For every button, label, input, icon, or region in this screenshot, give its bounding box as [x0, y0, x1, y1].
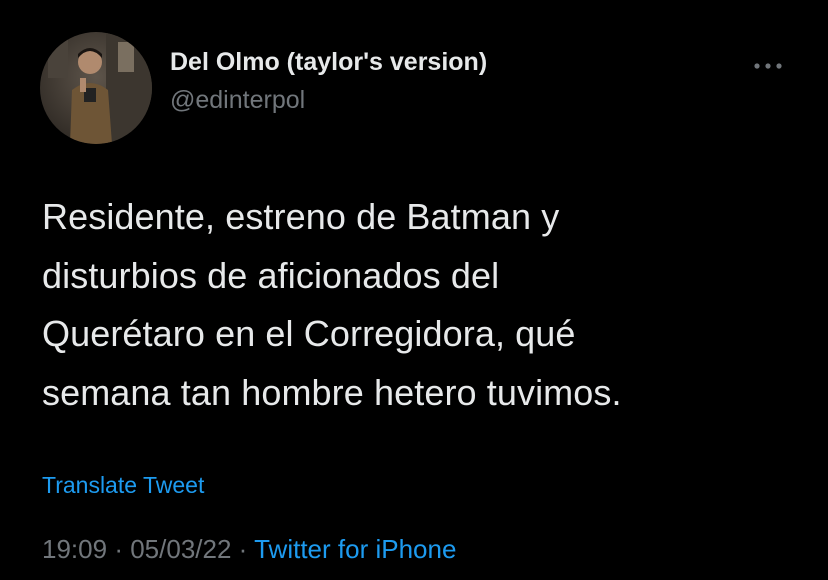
- profile-photo-icon: [40, 32, 152, 144]
- tweet-text-line: semana tan hombre hetero tuvimos.: [42, 371, 622, 413]
- author-handle[interactable]: @edinterpol: [170, 86, 305, 115]
- tweet-text: Residente, estreno de Batman y disturbio…: [42, 188, 802, 422]
- tweet-source-link[interactable]: Twitter for iPhone: [254, 534, 456, 564]
- meta-separator: ·: [114, 534, 123, 564]
- avatar[interactable]: [40, 32, 152, 144]
- tweet-text-line: Querétaro en el Corregidora, qué: [42, 313, 576, 354]
- tweet-time[interactable]: 19:09: [42, 534, 107, 564]
- translate-tweet-link[interactable]: Translate Tweet: [42, 472, 204, 499]
- more-horizontal-icon: [754, 63, 782, 69]
- tweet-text-line: disturbios de aficionados del: [42, 254, 500, 296]
- meta-separator: ·: [238, 534, 248, 564]
- tweet-date[interactable]: 05/03/22: [130, 534, 231, 564]
- author-display-name[interactable]: Del Olmo (taylor's version): [170, 48, 487, 77]
- tweet-detail: Del Olmo (taylor's version) @edinterpol …: [0, 0, 828, 580]
- more-options-button[interactable]: [748, 54, 788, 78]
- tweet-meta: 19:09 · 05/03/22 · Twitter for iPhone: [42, 534, 456, 565]
- tweet-text-line: Residente, estreno de Batman y: [42, 196, 560, 237]
